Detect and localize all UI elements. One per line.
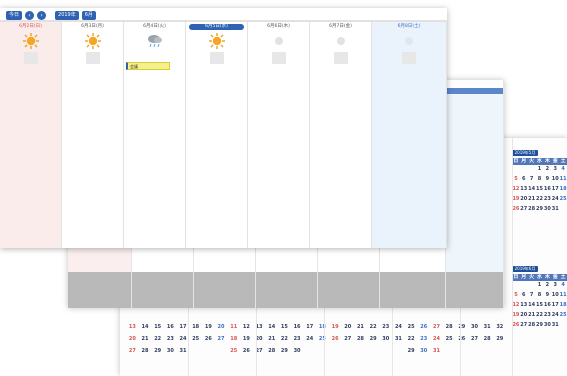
weekly-calendar-sheet: 今日 ‹ › 2019年 6月 6月2日(日) 6月3日(月) 6月4日(火) … (0, 8, 447, 248)
mini-month-title: 2019年6月 (512, 266, 538, 272)
day-label: 6月6日(木) (267, 24, 290, 29)
day-label: 6月3日(月) (81, 24, 104, 29)
memo-icon[interactable] (333, 52, 348, 64)
year-week-row: 20 21 22 23 24 25 26 27 18 19 20 21 22 23 24 25 26 27 28 29… (128, 336, 504, 342)
mini-week-row: 5 6 7 8 9 10 11 (514, 176, 567, 182)
prev-week-button[interactable]: ‹ (25, 10, 35, 20)
memo-icon[interactable] (23, 52, 38, 64)
saturday-column (446, 94, 504, 272)
day-label: 6月8日(土) (397, 24, 421, 29)
day-column-wednesday[interactable]: 6月5日(水) (186, 22, 248, 248)
mini-week-row: 26 27 28 29 30 31 (512, 206, 559, 212)
mini-week-row: 12 13 14 15 16 17 18 (512, 302, 567, 308)
year-month-divider (512, 138, 513, 376)
memo-icon[interactable] (209, 52, 224, 64)
mini-week-row: 19 20 21 22 23 24 25 (512, 196, 567, 202)
mini-week-row: 26 27 28 29 30 31 (512, 322, 559, 328)
mini-weekday-row: 日月火水木金土 (512, 274, 567, 281)
mini-week-row: 12 13 14 15 16 17 18 (512, 186, 567, 192)
day-column-monday[interactable]: 6月3日(月) (62, 22, 124, 248)
event-item[interactable]: 会議 (126, 62, 170, 70)
sun-icon (22, 33, 39, 49)
sun-icon (84, 33, 101, 49)
day-column-tuesday[interactable]: 6月4日(火) 会議 (124, 22, 186, 248)
year-week-row: 27 28 29 30 31 25 26 27 28 29 30 29 30 31 (128, 348, 440, 354)
memo-icon[interactable] (271, 52, 286, 64)
mini-week-row: 1234 (537, 282, 565, 288)
month-select[interactable]: 6月 (81, 10, 96, 20)
mini-week-row: 19 20 21 22 23 24 25 (512, 312, 567, 318)
memo-icon[interactable] (85, 52, 100, 64)
faded-weather-icon (274, 37, 283, 45)
day-column-sunday[interactable]: 6月2日(日) (0, 22, 62, 248)
today-button[interactable]: 今日 (6, 10, 23, 20)
month-grid-line (503, 80, 504, 308)
year-week-row: 13 14 15 16 17 18 19 20 11 12 13 14 15 16 17 18 19 20 21 22… (128, 324, 504, 330)
day-label: 6月2日(日) (19, 24, 42, 29)
mini-week-row: 5 6 7 8 9 10 11 (514, 292, 567, 298)
disabled-week-band (68, 272, 504, 308)
mini-week-row: 1234 (537, 166, 565, 172)
mini-month-title: 2019年5月 (512, 150, 538, 156)
year-select[interactable]: 2019年 (55, 10, 79, 20)
day-label: 6月7日(金) (329, 24, 352, 29)
next-week-button[interactable]: › (37, 10, 47, 20)
faded-weather-icon (336, 37, 345, 45)
day-label-today: 6月5日(水) (189, 24, 244, 30)
day-column-saturday[interactable]: 6月8日(土) (372, 22, 447, 248)
toolbar: 今日 ‹ › 2019年 6月 (6, 10, 96, 20)
memo-icon[interactable] (402, 52, 416, 64)
mini-weekday-row: 日月火水木金土 (512, 158, 567, 165)
faded-weather-icon (405, 37, 413, 45)
day-column-friday[interactable]: 6月7日(金) (310, 22, 372, 248)
cloud-rain-icon (147, 35, 162, 48)
day-label: 6月4日(火) (143, 24, 166, 29)
sun-icon (208, 33, 225, 49)
day-column-thursday[interactable]: 6月6日(木) (248, 22, 310, 248)
